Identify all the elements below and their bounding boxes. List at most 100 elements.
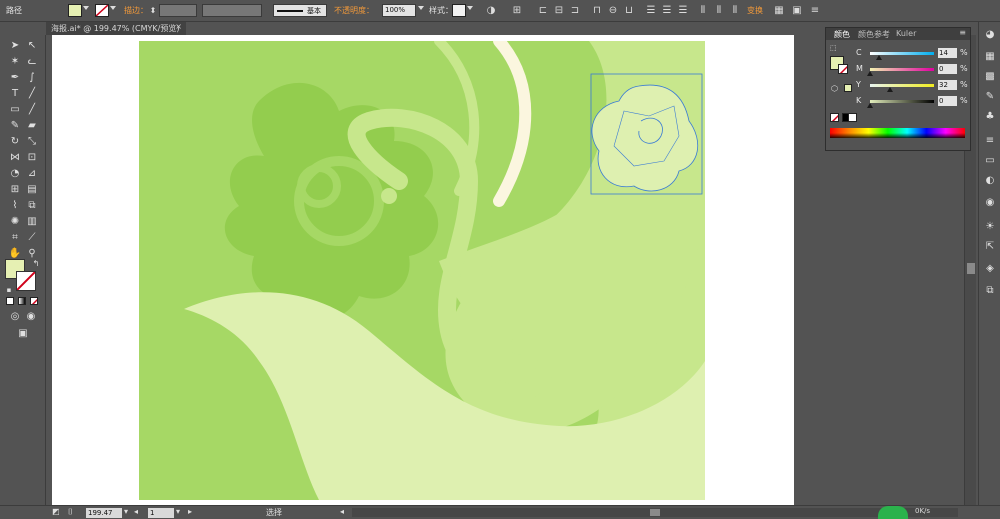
- slider-track[interactable]: [870, 100, 934, 103]
- horizontal-scrollbar[interactable]: [352, 508, 958, 517]
- column-graph-tool-icon[interactable]: ▥: [25, 215, 39, 229]
- stroke-weight-field[interactable]: [159, 4, 197, 17]
- align-left-icon[interactable]: ⊏: [536, 4, 550, 17]
- brush-definition[interactable]: 基本: [273, 4, 327, 17]
- slider-track[interactable]: [870, 68, 934, 71]
- variable-width-profile[interactable]: [202, 4, 262, 17]
- paintbrush-tool-icon[interactable]: ╱: [25, 103, 39, 117]
- slider-value-field[interactable]: 0: [938, 96, 957, 106]
- draw-behind-icon[interactable]: ◉: [24, 310, 38, 324]
- slider-value-field[interactable]: 14: [938, 48, 957, 58]
- current-tool-status[interactable]: 选择: [266, 507, 282, 518]
- gamut-swatch[interactable]: [844, 84, 852, 92]
- scroll-left-icon[interactable]: ◂: [340, 507, 344, 516]
- color-panel-icon[interactable]: ◕: [983, 28, 997, 42]
- fill-dropdown-icon[interactable]: [83, 6, 89, 10]
- stroke-panel-icon[interactable]: ≡: [983, 134, 997, 148]
- isolate-group-icon[interactable]: ▦: [772, 4, 786, 17]
- none-color-swatch[interactable]: [830, 113, 839, 122]
- prev-artboard-icon[interactable]: ◂: [134, 507, 138, 516]
- layers-panel-icon[interactable]: ◈: [983, 262, 997, 276]
- align-bottom-icon[interactable]: ⊔: [622, 4, 636, 17]
- blend-tool-icon[interactable]: ⧉: [25, 199, 39, 213]
- cyan-slider[interactable]: C 14 %: [856, 48, 968, 60]
- default-fill-stroke-icon[interactable]: ▪: [2, 283, 16, 297]
- style-dropdown-icon[interactable]: [467, 6, 473, 10]
- color-guide-icon[interactable]: ▦: [983, 50, 997, 64]
- slider-thumb[interactable]: [867, 103, 873, 108]
- lasso-tool-icon[interactable]: ᓚ: [25, 55, 39, 69]
- screen-mode-icon[interactable]: ▣: [16, 327, 30, 341]
- align-right-icon[interactable]: ⊐: [568, 4, 582, 17]
- width-tool-icon[interactable]: ⋈: [8, 151, 22, 165]
- shape-builder-tool-icon[interactable]: ◔: [8, 167, 22, 181]
- color-mode-icon[interactable]: [6, 297, 14, 305]
- magic-wand-tool-icon[interactable]: ✶: [8, 55, 22, 69]
- gradient-mode-icon[interactable]: [18, 297, 26, 305]
- artboard-tool-icon[interactable]: ⌗: [8, 231, 22, 245]
- close-icon[interactable]: ×: [175, 22, 182, 31]
- document-tab[interactable]: 海报.ai* @ 199.47% (CMYK/预览) ×: [46, 22, 186, 35]
- selection-tool-icon[interactable]: ➤: [8, 39, 22, 53]
- artboard-dropdown-icon[interactable]: ▾: [176, 507, 180, 516]
- slider-thumb[interactable]: [887, 87, 894, 92]
- stroke-color-box[interactable]: [16, 271, 36, 291]
- distribute-right-icon[interactable]: ⦀: [728, 4, 742, 17]
- horizontal-scroll-thumb[interactable]: [650, 509, 660, 516]
- zoom-dropdown-icon[interactable]: ▾: [124, 507, 128, 516]
- symbols-icon[interactable]: ♣: [983, 110, 997, 124]
- rotate-tool-icon[interactable]: ↻: [8, 135, 22, 149]
- symbol-sprayer-tool-icon[interactable]: ✺: [8, 215, 22, 229]
- distribute-center-icon[interactable]: ⦀: [712, 4, 726, 17]
- line-tool-icon[interactable]: ╱: [25, 87, 39, 101]
- recolor-artwork-icon[interactable]: ◑: [484, 4, 498, 17]
- slider-value-field[interactable]: 32: [938, 80, 957, 90]
- transform-label[interactable]: 变换: [747, 5, 763, 16]
- opacity-dropdown-icon[interactable]: [418, 6, 424, 10]
- tab-kuler[interactable]: Kuler: [896, 29, 916, 38]
- artboard-number-field[interactable]: 1: [148, 508, 174, 518]
- none-mode-icon[interactable]: [30, 297, 38, 305]
- panel-menu-icon[interactable]: ≡: [959, 28, 966, 37]
- brushes-icon[interactable]: ✎: [983, 90, 997, 104]
- swatches-icon[interactable]: ▩: [983, 70, 997, 84]
- white-color-swatch[interactable]: [848, 113, 857, 122]
- swap-fill-stroke-icon[interactable]: ↰: [29, 257, 43, 271]
- stroke-swatch[interactable]: [95, 4, 109, 17]
- zoom-level-field[interactable]: 199.47: [86, 508, 122, 518]
- appearance-panel-icon[interactable]: ◉: [983, 196, 997, 210]
- pencil-tool-icon[interactable]: ✎: [8, 119, 22, 133]
- scale-tool-icon[interactable]: ⤡: [25, 135, 39, 149]
- slice-tool-icon[interactable]: ⟋: [25, 231, 39, 245]
- gradient-panel-icon[interactable]: ▭: [983, 154, 997, 168]
- distribute-bottom-icon[interactable]: ☰: [676, 4, 690, 17]
- slider-track[interactable]: [870, 84, 934, 87]
- type-tool-icon[interactable]: T: [8, 87, 22, 101]
- gradient-tool-icon[interactable]: ▤: [25, 183, 39, 197]
- slider-value-field[interactable]: 0: [938, 64, 957, 74]
- distribute-left-icon[interactable]: ⦀: [696, 4, 710, 17]
- black-slider[interactable]: K 0 %: [856, 96, 968, 108]
- tab-color[interactable]: 颜色: [834, 29, 850, 40]
- artboard-nav-first-icon[interactable]: ◩: [52, 507, 60, 516]
- stroke-dropdown-icon[interactable]: [110, 6, 116, 10]
- next-artboard-icon[interactable]: ▸: [188, 507, 192, 516]
- curvature-tool-icon[interactable]: ∫: [25, 71, 39, 85]
- draw-mode-icon[interactable]: ◎: [8, 310, 22, 324]
- yellow-slider[interactable]: Y 32 %: [856, 80, 968, 92]
- default-colors-icon[interactable]: ⬚: [830, 44, 838, 52]
- transparency-panel-icon[interactable]: ◐: [983, 174, 997, 188]
- poster-artwork[interactable]: [139, 41, 705, 500]
- slider-thumb[interactable]: [875, 55, 882, 60]
- free-transform-tool-icon[interactable]: ⊡: [25, 151, 39, 165]
- distribute-top-icon[interactable]: ☰: [644, 4, 658, 17]
- stroke-weight-stepper-icon[interactable]: ⬍: [146, 4, 160, 17]
- mesh-tool-icon[interactable]: ⊞: [8, 183, 22, 197]
- direct-selection-tool-icon[interactable]: ↖: [25, 39, 39, 53]
- distribute-middle-icon[interactable]: ☰: [660, 4, 674, 17]
- out-of-gamut-icon[interactable]: ⬡: [831, 84, 838, 93]
- artboard-nav-icon[interactable]: ⌷: [68, 507, 73, 517]
- control-panel-menu-icon[interactable]: ≡: [808, 4, 822, 17]
- stroke-label[interactable]: 描边：: [124, 5, 148, 16]
- graphic-styles-icon[interactable]: ☀: [983, 220, 997, 234]
